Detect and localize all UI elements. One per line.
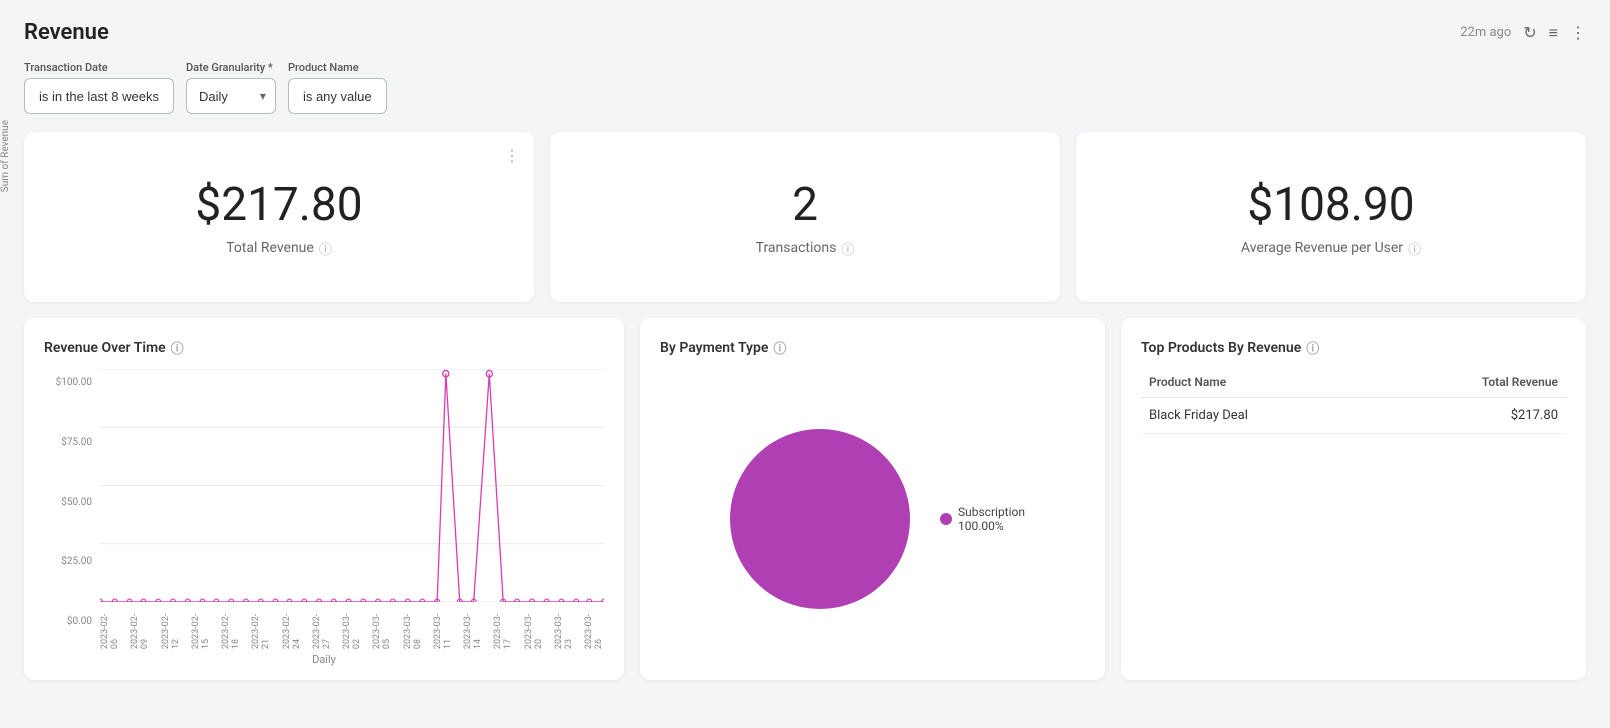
top-products-table: Product Name Total Revenue Black Friday … [1141,369,1566,434]
col-total-revenue: Total Revenue [1377,369,1566,398]
transaction-date-filter: Transaction Date is in the last 8 weeks [24,61,174,114]
x-label-9: 2023-03-02 [342,604,362,649]
date-granularity-label: Date Granularity * [186,61,276,74]
legend-label-subscription: Subscription100.00% [958,505,1025,533]
total-revenue-value: $217.80 [195,180,362,231]
product-name-cell: Black Friday Deal [1141,398,1377,434]
transactions-label: Transactions ⓘ [756,239,855,258]
more-options-icon[interactable]: ⋮ [1570,23,1586,42]
product-name-label: Product Name [288,61,387,74]
filters-bar: Transaction Date is in the last 8 weeks … [24,61,1586,114]
date-granularity-filter: Date Granularity * Daily Weekly Monthly [186,61,276,114]
filter-icon[interactable]: ≡ [1549,23,1558,43]
avg-revenue-label: Average Revenue per User ⓘ [1241,239,1421,258]
date-granularity-select-wrapper: Daily Weekly Monthly [186,78,276,114]
transaction-date-label: Transaction Date [24,61,174,74]
total-revenue-card: ⋮ $217.80 Total Revenue ⓘ [24,132,534,302]
transactions-card: 2 Transactions ⓘ [550,132,1060,302]
y-axis-label: Sum of Revenue [0,120,11,192]
y-tick-4: $25.00 [61,556,92,567]
y-tick-2: $75.00 [61,437,92,448]
x-label-8: 2023-02-27 [312,604,332,649]
pie-chart-container: Subscription100.00% [660,369,1085,659]
y-tick-1: $100.00 [56,377,92,388]
table-row: Black Friday Deal $217.80 [1141,398,1566,434]
x-label-13: 2023-03-14 [463,604,483,649]
top-products-card: Top Products By Revenue ⓘ Product Name T… [1121,318,1586,680]
table-header-row: Product Name Total Revenue [1141,369,1566,398]
metrics-row: ⋮ $217.80 Total Revenue ⓘ 2 Transactions… [24,132,1586,302]
y-tick-3: $50.00 [61,497,92,508]
transaction-date-button[interactable]: is in the last 8 weeks [24,78,174,114]
y-tick-5: $0.00 [67,616,92,627]
x-label-5: 2023-02-18 [221,604,241,649]
x-label-17: 2023-03-26 [584,604,604,649]
top-products-title: Top Products By Revenue ⓘ [1141,338,1566,357]
legend-item-subscription: Subscription100.00% [940,505,1025,533]
x-label-16: 2023-03-23 [554,604,574,649]
revenue-over-time-title: Revenue Over Time ⓘ [44,338,604,357]
by-payment-type-card: By Payment Type ⓘ Subscription100.00% [640,318,1105,680]
revenue-over-time-chart [100,369,604,602]
avg-revenue-value: $108.90 [1247,180,1414,231]
transactions-info-icon[interactable]: ⓘ [841,239,854,258]
col-product-name: Product Name [1141,369,1377,398]
date-granularity-select[interactable]: Daily Weekly Monthly [186,78,276,114]
by-payment-type-title: By Payment Type ⓘ [660,338,1085,357]
x-label-11: 2023-03-08 [403,604,423,649]
revenue-over-time-info-icon[interactable]: ⓘ [171,338,184,357]
x-axis-label: Daily [44,653,604,666]
pie-legend: Subscription100.00% [940,505,1025,533]
revenue-over-time-card: Revenue Over Time ⓘ $100.00 $75.00 $50.0… [24,318,624,680]
product-name-button[interactable]: is any value [288,78,387,114]
page-header: Revenue 22m ago ↻ ≡ ⋮ [24,20,1586,45]
x-label-6: 2023-02-21 [251,604,271,649]
x-label-4: 2023-02-15 [191,604,211,649]
avg-revenue-info-icon[interactable]: ⓘ [1408,239,1421,258]
refresh-icon[interactable]: ↻ [1523,23,1536,42]
page-container: Revenue 22m ago ↻ ≡ ⋮ Transaction Date i… [0,0,1610,700]
page-title: Revenue [24,20,109,45]
by-payment-type-info-icon[interactable]: ⓘ [773,338,786,357]
last-updated-timestamp: 22m ago [1460,25,1511,40]
pie-and-legend: Subscription100.00% [720,419,1025,619]
x-label-7: 2023-02-24 [282,604,302,649]
charts-row: Revenue Over Time ⓘ $100.00 $75.00 $50.0… [24,318,1586,680]
pie-chart-svg [720,419,920,619]
product-revenue-cell: $217.80 [1377,398,1566,434]
total-revenue-label: Total Revenue ⓘ [226,239,332,258]
legend-dot-subscription [940,513,952,525]
top-products-info-icon[interactable]: ⓘ [1306,338,1319,357]
product-name-filter: Product Name is any value [288,61,387,114]
header-actions: 22m ago ↻ ≡ ⋮ [1460,23,1586,43]
x-label-15: 2023-03-20 [524,604,544,649]
x-label-2: 2023-02-09 [130,604,150,649]
x-label-14: 2023-03-17 [493,604,513,649]
x-label-12: 2023-03-11 [433,604,453,649]
x-label-1: 2023-02-06 [100,604,120,649]
transactions-value: 2 [792,180,818,231]
x-label-3: 2023-02-12 [161,604,181,649]
card-more-icon[interactable]: ⋮ [504,146,520,165]
avg-revenue-card: $108.90 Average Revenue per User ⓘ [1076,132,1586,302]
x-label-10: 2023-03-05 [372,604,392,649]
total-revenue-info-icon[interactable]: ⓘ [319,239,332,258]
